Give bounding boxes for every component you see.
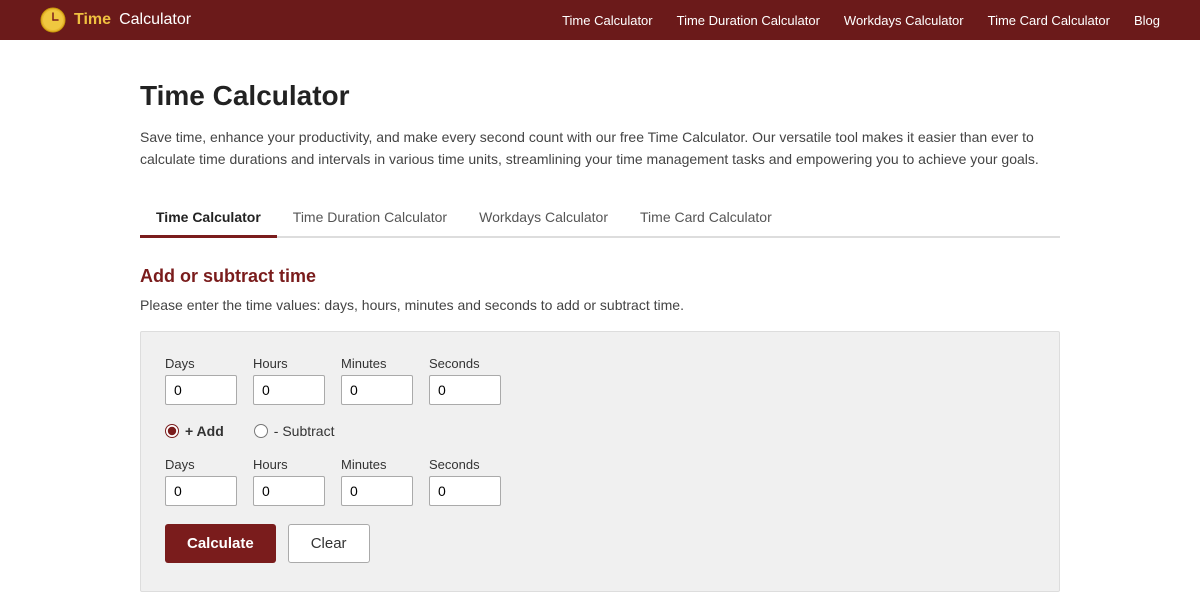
field-days-2: Days xyxy=(165,457,237,506)
brand-link[interactable]: Time Calculator xyxy=(40,7,191,33)
hours-input-2[interactable] xyxy=(253,476,325,506)
days-label-1: Days xyxy=(165,356,237,371)
field-days-1: Days xyxy=(165,356,237,405)
navbar: Time Calculator Time Calculator Time Dur… xyxy=(0,0,1200,40)
tab-time-calculator[interactable]: Time Calculator xyxy=(140,199,277,238)
seconds-label-2: Seconds xyxy=(429,457,501,472)
nav-links: Time Calculator Time Duration Calculator… xyxy=(562,12,1160,28)
add-label: + Add xyxy=(185,423,224,439)
tabs: Time Calculator Time Duration Calculator… xyxy=(140,199,1060,238)
seconds-label-1: Seconds xyxy=(429,356,501,371)
nav-workdays-calculator[interactable]: Workdays Calculator xyxy=(844,13,964,28)
main-content: Time Calculator Save time, enhance your … xyxy=(120,40,1080,592)
field-seconds-2: Seconds xyxy=(429,457,501,506)
tab-timecard-calculator[interactable]: Time Card Calculator xyxy=(624,199,788,238)
minutes-input-2[interactable] xyxy=(341,476,413,506)
days-input-2[interactable] xyxy=(165,476,237,506)
clear-button[interactable]: Clear xyxy=(288,524,370,563)
tab-duration-calculator[interactable]: Time Duration Calculator xyxy=(277,199,463,238)
field-minutes-1: Minutes xyxy=(341,356,413,405)
subtract-radio[interactable] xyxy=(254,424,268,438)
subtract-label: - Subtract xyxy=(274,423,335,439)
nav-time-calculator[interactable]: Time Calculator xyxy=(562,13,653,28)
add-radio[interactable] xyxy=(165,424,179,438)
calculate-button[interactable]: Calculate xyxy=(165,524,276,563)
section-title: Add or subtract time xyxy=(140,266,1060,287)
page-title: Time Calculator xyxy=(140,80,1060,112)
field-hours-2: Hours xyxy=(253,457,325,506)
hours-label-1: Hours xyxy=(253,356,325,371)
brand-time: Time xyxy=(74,11,111,29)
field-hours-1: Hours xyxy=(253,356,325,405)
brand-calculator: Calculator xyxy=(119,11,191,29)
seconds-input-1[interactable] xyxy=(429,375,501,405)
days-label-2: Days xyxy=(165,457,237,472)
time-row-2: Days Hours Minutes Seconds xyxy=(165,457,1035,506)
button-row: Calculate Clear xyxy=(165,524,1035,563)
subtract-radio-label[interactable]: - Subtract xyxy=(254,423,335,439)
nav-duration-calculator[interactable]: Time Duration Calculator xyxy=(677,13,820,28)
add-radio-label[interactable]: + Add xyxy=(165,423,224,439)
field-minutes-2: Minutes xyxy=(341,457,413,506)
seconds-input-2[interactable] xyxy=(429,476,501,506)
days-input-1[interactable] xyxy=(165,375,237,405)
time-row-1: Days Hours Minutes Seconds xyxy=(165,356,1035,405)
minutes-label-2: Minutes xyxy=(341,457,413,472)
hours-label-2: Hours xyxy=(253,457,325,472)
minutes-label-1: Minutes xyxy=(341,356,413,371)
section-description: Please enter the time values: days, hour… xyxy=(140,297,1060,313)
minutes-input-1[interactable] xyxy=(341,375,413,405)
nav-blog[interactable]: Blog xyxy=(1134,13,1160,28)
nav-timecard-calculator[interactable]: Time Card Calculator xyxy=(988,13,1110,28)
operation-row: + Add - Subtract xyxy=(165,423,1035,439)
calc-box: Days Hours Minutes Seconds + Add xyxy=(140,331,1060,592)
page-description: Save time, enhance your productivity, an… xyxy=(140,126,1060,171)
field-seconds-1: Seconds xyxy=(429,356,501,405)
hours-input-1[interactable] xyxy=(253,375,325,405)
tab-workdays-calculator[interactable]: Workdays Calculator xyxy=(463,199,624,238)
clock-icon xyxy=(40,7,66,33)
